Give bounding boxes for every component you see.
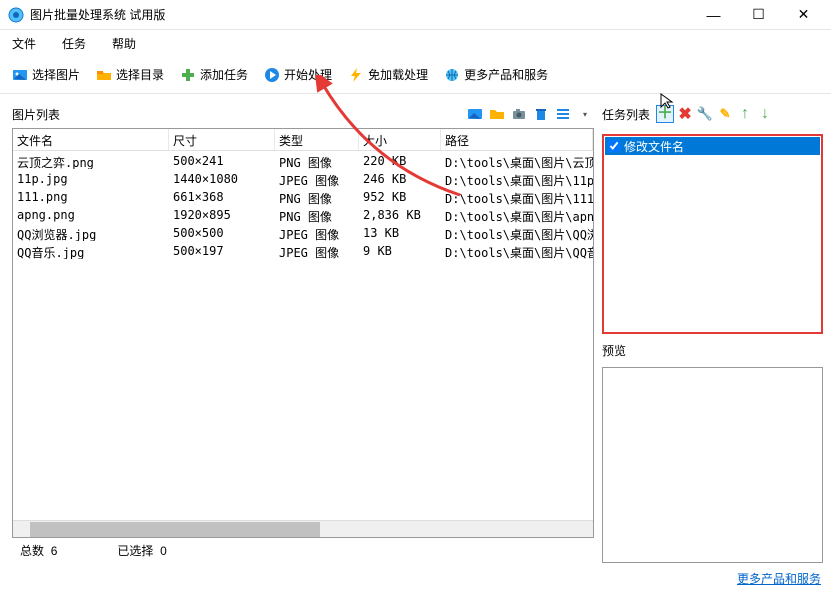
list-row[interactable]: 111.png661×368PNG 图像952 KBD:\tools\桌面\图片… (13, 187, 593, 205)
wrench-icon[interactable]: 🔧 (696, 105, 714, 123)
minimize-button[interactable]: — (691, 1, 736, 29)
menu-task[interactable]: 任务 (58, 33, 90, 54)
list-row[interactable]: 11p.jpg1440×1080JPEG 图像246 KBD:\tools\桌面… (13, 169, 593, 187)
more-products-button[interactable]: 更多产品和服务 (438, 62, 554, 87)
task-item-rename[interactable]: 修改文件名 (605, 137, 820, 155)
menu-file[interactable]: 文件 (8, 33, 40, 54)
play-icon (264, 67, 280, 83)
select-dir-button[interactable]: 选择目录 (90, 62, 170, 87)
trash-icon[interactable] (532, 105, 550, 123)
task-item-label: 修改文件名 (624, 138, 684, 155)
delete-icon[interactable]: ✖ (676, 105, 694, 123)
list-row[interactable]: QQ浏览器.jpg500×500JPEG 图像13 KBD:\tools\桌面\… (13, 223, 593, 241)
left-panel: 图片列表 ▾ 文件名 尺寸 类型 大小 路径 云顶之弈.png500×241PN… (0, 94, 598, 567)
image-icon (12, 67, 28, 83)
up-icon[interactable]: ↑ (736, 105, 754, 123)
list-row[interactable]: QQ音乐.jpg500×197JPEG 图像9 KBD:\tools\桌面\图片… (13, 241, 593, 259)
folder-icon (96, 67, 112, 83)
select-images-button[interactable]: 选择图片 (6, 62, 86, 87)
toolbar-label: 开始处理 (284, 66, 332, 83)
toolbar-label: 选择图片 (32, 66, 80, 83)
image-list: 文件名 尺寸 类型 大小 路径 云顶之弈.png500×241PNG 图像220… (12, 128, 594, 538)
add-task-button[interactable]: 添加任务 (174, 62, 254, 87)
bolt-icon (348, 67, 364, 83)
add-icon[interactable]: ＋ (656, 105, 674, 123)
col-type[interactable]: 类型 (275, 129, 359, 150)
noload-process-button[interactable]: 免加载处理 (342, 62, 434, 87)
menu-bar: 文件 任务 帮助 (0, 30, 831, 56)
down-icon[interactable]: ↓ (756, 105, 774, 123)
col-size[interactable]: 大小 (359, 129, 441, 150)
preview-box (602, 367, 823, 563)
camera-icon[interactable] (510, 105, 528, 123)
title-bar: 图片批量处理系统 试用版 — ☐ ✕ (0, 0, 831, 30)
col-path[interactable]: 路径 (441, 129, 593, 150)
bottom-bar: 更多产品和服务 (0, 567, 831, 589)
list-row[interactable]: 云顶之弈.png500×241PNG 图像220 KBD:\tools\桌面\图… (13, 151, 593, 169)
col-dims[interactable]: 尺寸 (169, 129, 275, 150)
dropdown-icon[interactable]: ▾ (576, 105, 594, 123)
right-panel: 任务列表 ＋ ✖ 🔧 ✎ ↑ ↓ 修改文件名 预览 (598, 94, 831, 567)
image-list-label: 图片列表 (12, 106, 466, 123)
toolbar-label: 选择目录 (116, 66, 164, 83)
image-icon[interactable] (466, 105, 484, 123)
col-filename[interactable]: 文件名 (13, 129, 169, 150)
list-header[interactable]: 文件名 尺寸 类型 大小 路径 (13, 129, 593, 151)
scrollbar-thumb[interactable] (30, 522, 320, 537)
close-button[interactable]: ✕ (781, 1, 826, 29)
start-process-button[interactable]: 开始处理 (258, 62, 338, 87)
maximize-button[interactable]: ☐ (736, 1, 781, 29)
plus-icon (180, 67, 196, 83)
wand-icon[interactable]: ✎ (716, 105, 734, 123)
menu-help[interactable]: 帮助 (108, 33, 140, 54)
list-body[interactable]: 云顶之弈.png500×241PNG 图像220 KBD:\tools\桌面\图… (13, 151, 593, 520)
list-row[interactable]: apng.png1920×895PNG 图像2,836 KBD:\tools\桌… (13, 205, 593, 223)
horizontal-scrollbar[interactable] (13, 520, 593, 537)
toolbar: 选择图片 选择目录 添加任务 开始处理 免加载处理 更多产品和服务 (0, 56, 831, 94)
list-view-icon[interactable] (554, 105, 572, 123)
status-bar: 总数 6 已选择 0 (12, 538, 594, 563)
toolbar-label: 更多产品和服务 (464, 66, 548, 83)
toolbar-label: 添加任务 (200, 66, 248, 83)
more-products-link[interactable]: 更多产品和服务 (737, 570, 821, 587)
folder-icon[interactable] (488, 105, 506, 123)
toolbar-label: 免加载处理 (368, 66, 428, 83)
preview-label: 预览 (602, 342, 823, 359)
window-title: 图片批量处理系统 试用版 (30, 6, 691, 23)
task-list-box[interactable]: 修改文件名 (602, 134, 823, 334)
task-list-label: 任务列表 (602, 106, 650, 123)
globe-icon (444, 67, 460, 83)
task-checkbox[interactable] (608, 140, 620, 152)
app-icon (8, 7, 24, 23)
status-total: 总数 6 (20, 542, 57, 559)
status-selected: 已选择 0 (117, 542, 166, 559)
